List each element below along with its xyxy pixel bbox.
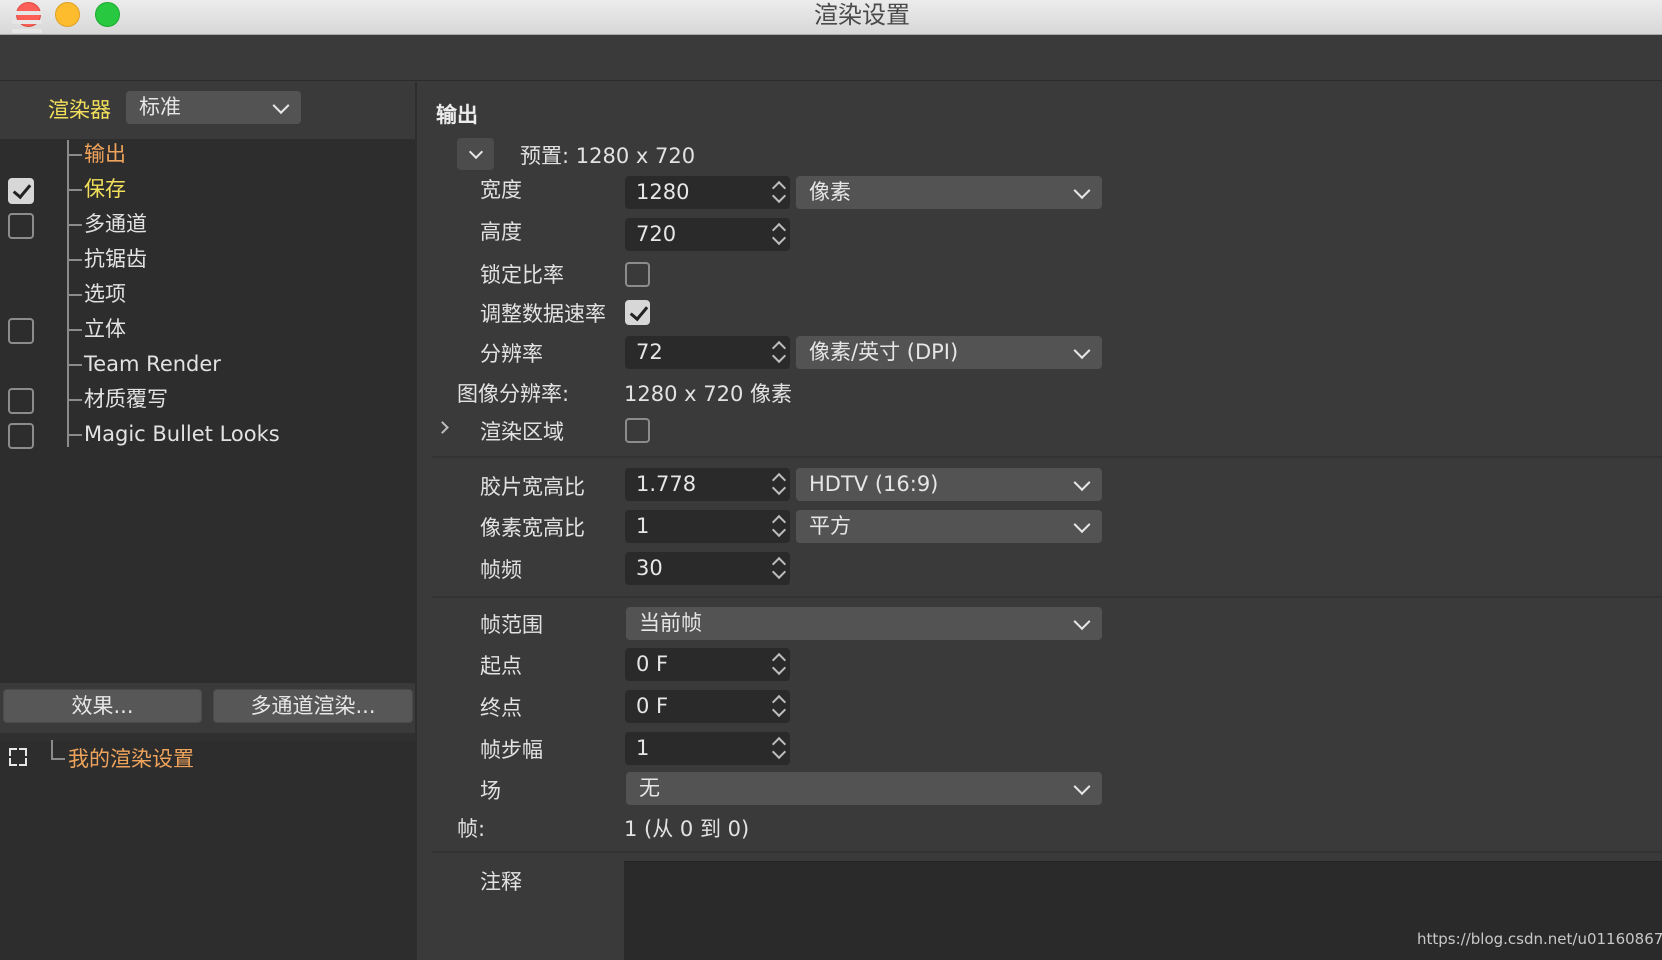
tree-item-multipass[interactable]: 多通道 <box>68 206 147 242</box>
film-aspect-dropdown[interactable]: HDTV (16:9) <box>796 468 1102 501</box>
section-divider <box>432 851 1662 853</box>
menu-bar <box>0 36 1662 81</box>
image-resolution-label: 图像分辨率: <box>457 382 570 406</box>
frame-range-dropdown[interactable]: 当前帧 <box>626 607 1102 640</box>
film-aspect-value: 1.778 <box>636 472 697 496</box>
chevron-down-icon <box>1073 181 1091 199</box>
tree-checkbox-save[interactable] <box>8 178 34 204</box>
tree-checkbox-material-override[interactable] <box>8 388 34 414</box>
tree-item-save[interactable]: 保存 <box>68 171 126 207</box>
end-field[interactable]: 0 F <box>625 690 790 723</box>
width-unit-value: 像素 <box>809 180 851 204</box>
focus-frame-icon[interactable] <box>9 748 27 766</box>
render-setting-item[interactable]: 我的渲染设置 <box>68 743 194 773</box>
width-value: 1280 <box>636 180 690 204</box>
frames-value: 1 (从 0 到 0) <box>624 817 750 841</box>
pixel-aspect-preset: 平方 <box>809 514 851 538</box>
tree-item-material-override[interactable]: 材质覆写 <box>68 381 168 417</box>
chevron-down-icon <box>1073 473 1091 491</box>
frame-range-label: 帧范围 <box>480 613 543 637</box>
tree-item-options[interactable]: 选项 <box>68 276 126 312</box>
frame-rate-label: 帧频 <box>480 558 522 582</box>
resolution-value: 72 <box>636 340 663 364</box>
preset-dropdown-button[interactable] <box>457 138 494 170</box>
tree-item-team-render[interactable]: Team Render <box>68 346 221 382</box>
chevron-right-icon[interactable] <box>436 421 449 434</box>
film-aspect-preset: HDTV (16:9) <box>809 472 939 496</box>
renderer-label: 渲染器 <box>48 98 111 122</box>
chevron-down-icon <box>468 144 484 160</box>
start-value: 0 F <box>636 652 669 676</box>
end-value: 0 F <box>636 694 669 718</box>
frames-label: 帧: <box>457 817 486 841</box>
render-region-checkbox[interactable] <box>625 418 650 443</box>
render-region-label: 渲染区域 <box>480 420 564 444</box>
section-divider <box>432 596 1662 598</box>
pixel-aspect-value: 1 <box>636 514 650 538</box>
hamburger-menu-icon[interactable] <box>12 11 42 33</box>
pixel-aspect-dropdown[interactable]: 平方 <box>796 510 1102 543</box>
tree-checkbox-magic-bullet[interactable] <box>8 423 34 449</box>
frame-step-value: 1 <box>636 736 650 760</box>
start-label: 起点 <box>480 654 522 678</box>
end-label: 终点 <box>480 696 522 720</box>
chevron-down-icon <box>1073 515 1091 533</box>
resolution-label: 分辨率 <box>480 342 543 366</box>
frame-step-label: 帧步幅 <box>480 738 543 762</box>
watermark-text: https://blog.csdn.net/u011608672 <box>1417 930 1662 948</box>
height-value: 720 <box>636 222 677 246</box>
pixel-aspect-label: 像素宽高比 <box>480 516 585 540</box>
image-resolution-value: 1280 x 720 像素 <box>624 382 792 406</box>
notes-label: 注释 <box>480 870 522 894</box>
checkmark-icon <box>12 179 32 200</box>
start-field[interactable]: 0 F <box>625 648 790 681</box>
renderer-dropdown-value: 标准 <box>139 95 181 119</box>
height-field[interactable]: 720 <box>625 218 790 251</box>
field-value: 无 <box>639 776 660 800</box>
window-title: 渲染设置 <box>814 1 910 29</box>
chevron-down-icon <box>272 96 290 114</box>
lock-ratio-label: 锁定比率 <box>480 263 564 287</box>
film-aspect-label: 胶片宽高比 <box>480 475 585 499</box>
checkmark-icon <box>629 301 649 322</box>
field-dropdown[interactable]: 无 <box>626 772 1102 805</box>
adjust-data-rate-checkbox[interactable] <box>625 300 650 325</box>
field-label: 场 <box>480 779 501 803</box>
resolution-unit-value: 像素/英寸 (DPI) <box>809 340 959 364</box>
film-aspect-field[interactable]: 1.778 <box>625 468 790 501</box>
tree-checkbox-stereo[interactable] <box>8 318 34 344</box>
width-label: 宽度 <box>480 178 522 202</box>
tree-checkbox-multipass[interactable] <box>8 213 34 239</box>
frame-step-field[interactable]: 1 <box>625 732 790 765</box>
effects-button[interactable]: 效果... <box>3 689 202 723</box>
tree-connector-line <box>51 740 65 760</box>
section-divider <box>432 456 1662 458</box>
render-settings-list <box>0 741 415 960</box>
section-title: 输出 <box>436 103 478 127</box>
pixel-aspect-field[interactable]: 1 <box>625 510 790 543</box>
settings-tree <box>0 139 415 683</box>
height-label: 高度 <box>480 220 522 244</box>
resolution-field[interactable]: 72 <box>625 336 790 369</box>
width-unit-dropdown[interactable]: 像素 <box>796 176 1102 209</box>
adjust-data-rate-label: 调整数据速率 <box>480 302 606 326</box>
tree-item-magic-bullet-looks[interactable]: Magic Bullet Looks <box>68 416 280 452</box>
chevron-down-icon <box>1073 777 1091 795</box>
resolution-unit-dropdown[interactable]: 像素/英寸 (DPI) <box>796 336 1102 369</box>
frame-range-value: 当前帧 <box>639 611 702 635</box>
chevron-down-icon <box>1073 612 1091 630</box>
tree-item-antialiasing[interactable]: 抗锯齿 <box>68 241 147 277</box>
preset-label: 预置: 1280 x 720 <box>520 144 696 168</box>
chevron-down-icon <box>1073 341 1091 359</box>
frame-rate-field[interactable]: 30 <box>625 552 790 585</box>
lock-ratio-checkbox[interactable] <box>625 262 650 287</box>
tree-item-output[interactable]: 输出 <box>68 136 126 172</box>
renderer-dropdown[interactable]: 标准 <box>126 91 301 124</box>
multipass-render-button[interactable]: 多通道渲染... <box>213 689 413 723</box>
width-field[interactable]: 1280 <box>625 176 790 209</box>
frame-rate-value: 30 <box>636 556 663 580</box>
tree-item-stereo[interactable]: 立体 <box>68 311 126 347</box>
